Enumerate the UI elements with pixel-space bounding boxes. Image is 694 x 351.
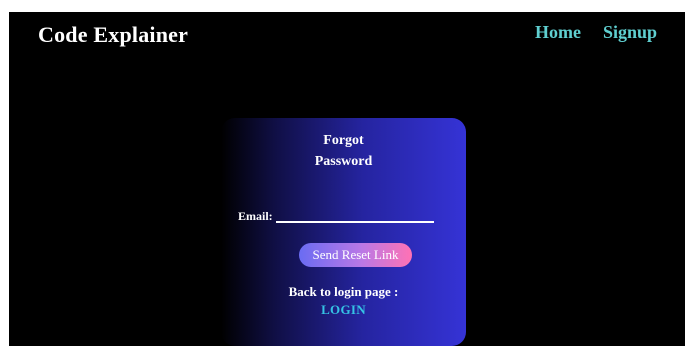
email-label: Email: [238, 209, 273, 223]
email-field[interactable] [275, 207, 434, 223]
back-to-login-text: Back to login page : [288, 284, 399, 299]
brand-title: Code Explainer [38, 22, 189, 47]
forgot-password-card: Forgot Password Email: Send Reset Link B… [221, 118, 466, 346]
send-reset-link-button[interactable]: Send Reset Link [299, 243, 412, 267]
login-link[interactable]: LOGIN [221, 302, 466, 318]
card-title-line-2: Password [314, 154, 373, 169]
card-title-line-1: Forgot [323, 133, 364, 148]
email-row: Email: [238, 207, 434, 223]
card-title: Forgot Password [221, 130, 466, 172]
top-nav: Home Signup [535, 22, 657, 43]
nav-home-link[interactable]: Home [535, 22, 581, 43]
page-background: Code Explainer Home Signup Forgot Passwo… [9, 12, 685, 346]
nav-signup-link[interactable]: Signup [603, 22, 657, 43]
